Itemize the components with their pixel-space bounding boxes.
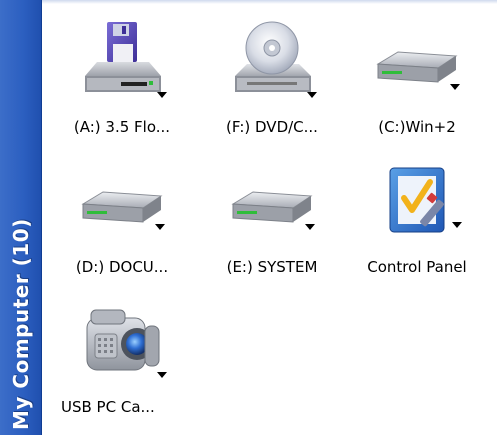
sidebar-title: My Computer (10)	[9, 218, 33, 430]
floppy-drive-icon	[77, 18, 167, 108]
item-label: (A:) 3.5 Flo...	[73, 118, 171, 136]
item-d-drive[interactable]: (D:) DOCU...	[47, 140, 197, 280]
item-control-panel[interactable]: Control Panel	[342, 140, 492, 280]
item-label: (D:) DOCU...	[75, 258, 169, 276]
item-label: (E:) SYSTEM	[226, 258, 318, 276]
item-label: USB PC Ca...	[61, 398, 155, 416]
item-label: Control Panel	[367, 258, 467, 276]
item-c-drive[interactable]: (C:)Win+2	[342, 0, 492, 140]
item-floppy-drive[interactable]: (A:) 3.5 Flo...	[47, 0, 197, 140]
item-dvd-drive[interactable]: (F:) DVD/C...	[197, 0, 347, 140]
cd-drive-icon	[227, 18, 317, 108]
hard-drive-icon	[77, 158, 167, 248]
hard-drive-icon	[227, 158, 317, 248]
item-e-drive[interactable]: (E:) SYSTEM	[197, 140, 347, 280]
sidebar-group-header: My Computer (10)	[0, 0, 42, 435]
items-grid: (A:) 3.5 Flo... (F:) DVD/C... (C:)Win+2 …	[42, 0, 497, 435]
item-label: (C:)Win+2	[378, 118, 456, 136]
camera-icon	[77, 298, 167, 388]
item-usb-camera[interactable]: USB PC Ca...	[47, 280, 197, 420]
item-label: (F:) DVD/C...	[226, 118, 318, 136]
hard-drive-icon	[372, 18, 462, 108]
control-panel-icon	[372, 158, 462, 248]
